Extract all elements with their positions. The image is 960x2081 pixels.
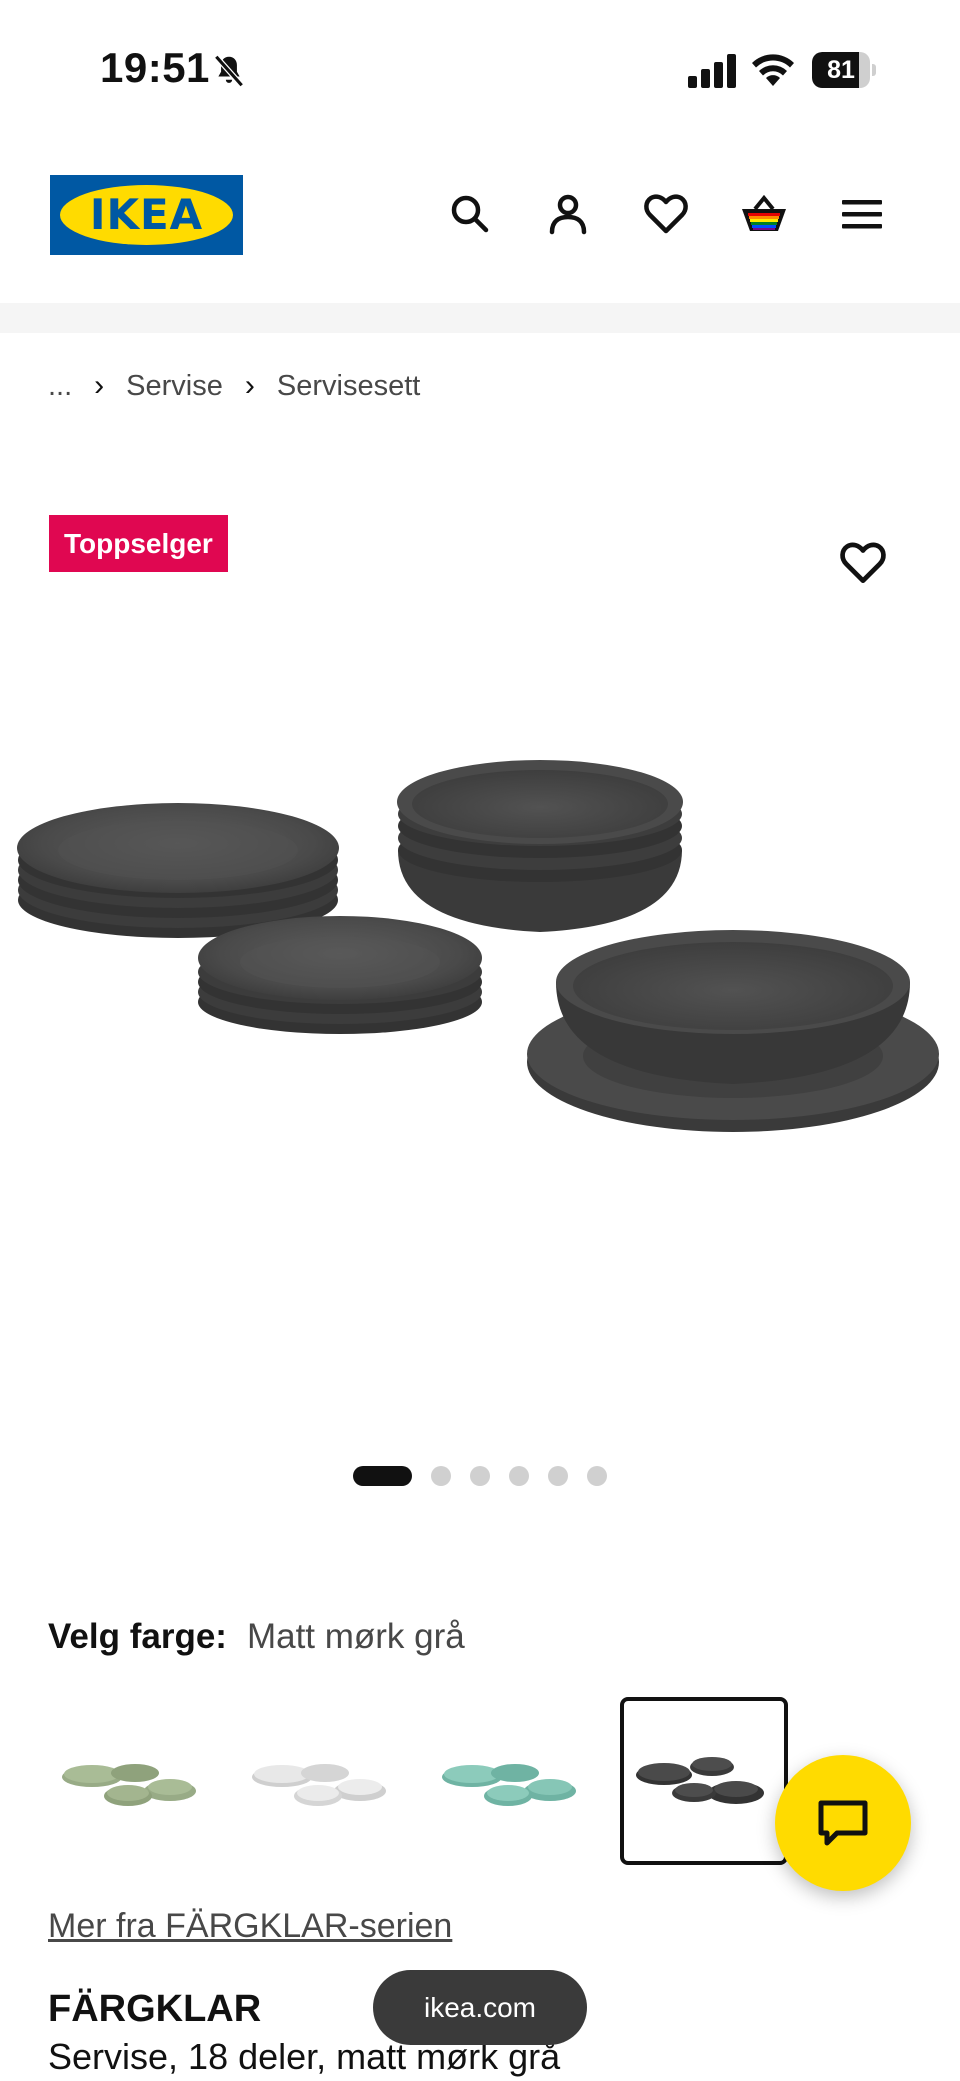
menu-button[interactable]: [838, 190, 886, 238]
chat-button[interactable]: [775, 1755, 911, 1891]
site-header: IKEA: [0, 140, 960, 303]
breadcrumb: ... › Servise › Servisesett: [48, 365, 420, 407]
dark-grey-dinnerware-thumbnail: [636, 1757, 764, 1804]
image-carousel-dots: [353, 1465, 626, 1487]
carousel-dot[interactable]: [548, 1466, 568, 1486]
browser-url-pill[interactable]: ikea.com: [373, 1970, 587, 2045]
carousel-dot[interactable]: [587, 1466, 607, 1486]
color-value: Matt mørk grå: [246, 1617, 465, 1656]
add-to-favourites-button[interactable]: [838, 538, 888, 588]
color-swatch-sage-green[interactable]: [50, 1697, 218, 1865]
carousel-dot[interactable]: [509, 1466, 529, 1486]
chevron-right-icon: ›: [244, 369, 255, 402]
battery-indicator: 81: [812, 52, 876, 88]
favourites-button[interactable]: [642, 190, 690, 238]
battery-percent: 81: [827, 56, 855, 84]
ikea-logo[interactable]: IKEA: [50, 175, 243, 255]
logo-text: IKEA: [89, 190, 204, 239]
series-link[interactable]: Mer fra FÄRGKLAR-serien: [48, 1907, 452, 1946]
carousel-dot[interactable]: [431, 1466, 451, 1486]
heart-icon: [840, 542, 886, 584]
color-selector: Velg farge: Matt mørk grå: [48, 1617, 465, 1657]
color-swatch-dark-grey-selected[interactable]: [620, 1697, 788, 1865]
breadcrumb-ellipsis[interactable]: ...: [48, 370, 72, 403]
breadcrumb-item-servise[interactable]: Servise: [126, 370, 223, 403]
account-icon: [549, 194, 587, 235]
menu-icon: [842, 200, 882, 229]
breadcrumb-item-servisesett[interactable]: Servisesett: [277, 370, 420, 403]
account-button[interactable]: [544, 190, 592, 238]
status-bar: 19:51 81: [0, 0, 960, 140]
shopping-bag-icon: [742, 194, 786, 231]
dinnerware-illustration: [17, 760, 939, 1132]
search-icon: [451, 195, 489, 233]
shopping-bag-button[interactable]: [740, 190, 788, 238]
bell-muted-icon: [214, 54, 244, 88]
heart-icon: [644, 194, 688, 234]
cellular-signal-icon: [688, 54, 736, 88]
color-swatch-white[interactable]: [240, 1697, 408, 1865]
status-time: 19:51: [100, 44, 210, 91]
chevron-right-icon: ›: [94, 369, 105, 402]
white-dinnerware-thumbnail: [252, 1764, 386, 1806]
color-swatch-light-turquoise[interactable]: [430, 1697, 598, 1865]
carousel-dot[interactable]: [470, 1466, 490, 1486]
turquoise-dinnerware-thumbnail: [442, 1764, 576, 1806]
product-name: FÄRGKLAR: [48, 1988, 262, 2030]
color-label: Velg farge:: [48, 1617, 227, 1656]
sage-green-dinnerware-thumbnail: [62, 1764, 196, 1806]
product-image[interactable]: [0, 700, 960, 1320]
chat-icon: [818, 1800, 868, 1846]
top-seller-badge: Toppselger: [49, 515, 228, 572]
wifi-icon: [752, 54, 794, 86]
header-divider-band: [0, 303, 960, 333]
search-button[interactable]: [446, 190, 494, 238]
carousel-dot[interactable]: [353, 1466, 412, 1486]
